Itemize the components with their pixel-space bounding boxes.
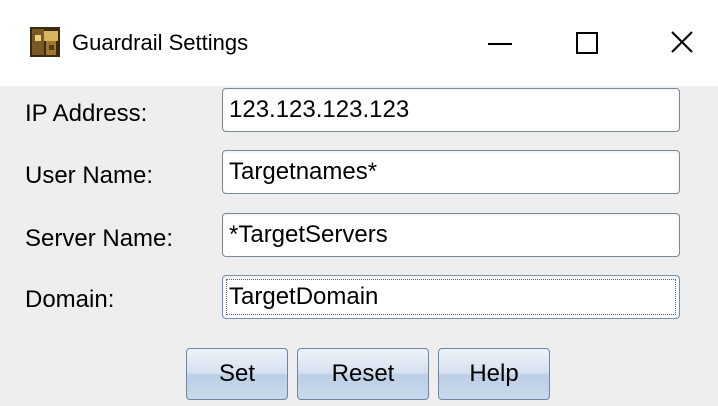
set-button[interactable]: Set (186, 348, 288, 400)
close-icon (671, 31, 693, 53)
domain-label: Domain: (25, 286, 115, 313)
server-name-field[interactable] (222, 213, 680, 257)
user-name-field[interactable] (222, 150, 680, 194)
domain-field[interactable] (222, 275, 680, 319)
settings-form: IP Address: User Name: Server Name: Doma… (0, 86, 718, 406)
minimize-button[interactable] (470, 10, 530, 70)
title-bar[interactable]: Guardrail Settings (0, 0, 718, 86)
maximize-icon (576, 32, 598, 54)
close-button[interactable] (652, 10, 712, 70)
window-title: Guardrail Settings (72, 30, 249, 55)
maximize-button[interactable] (558, 10, 618, 70)
ip-address-field[interactable] (222, 88, 680, 132)
ip-address-label: IP Address: (25, 100, 148, 127)
server-name-label: Server Name: (25, 225, 174, 252)
user-name-label: User Name: (25, 162, 154, 189)
minimize-icon (488, 43, 512, 45)
settings-window: Guardrail Settings IP Address: User Name… (0, 0, 718, 406)
reset-button[interactable]: Reset (297, 348, 429, 400)
guardrail-app-icon (30, 27, 60, 57)
help-button[interactable]: Help (438, 348, 550, 400)
